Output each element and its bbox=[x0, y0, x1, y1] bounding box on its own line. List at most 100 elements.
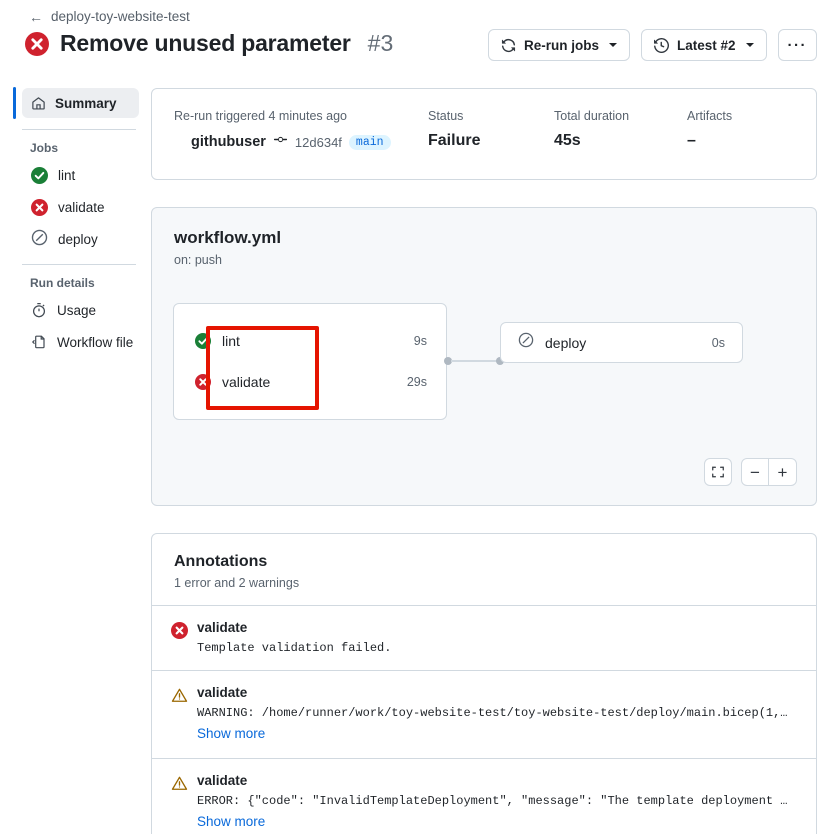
zoom-in-button[interactable]: + bbox=[769, 459, 796, 485]
summary-trigger-column: Re-run triggered 4 minutes ago githubuse… bbox=[174, 109, 428, 152]
graph-node-duration: 0s bbox=[711, 335, 725, 350]
success-icon bbox=[195, 333, 211, 349]
status-value: Failure bbox=[428, 132, 481, 149]
graph-node-duration: 9s bbox=[413, 334, 427, 348]
header-actions: Re-run jobs Latest #2 ··· bbox=[487, 29, 817, 61]
annotation-item: validate WARNING: /home/runner/work/toy-… bbox=[152, 670, 816, 758]
annotation-message: ERROR: {"code": "InvalidTemplateDeployme… bbox=[197, 794, 794, 808]
warning-icon bbox=[171, 775, 197, 792]
sidebar-job-label: lint bbox=[58, 167, 76, 183]
graph-zoom-controls: − + bbox=[704, 458, 797, 486]
graph-node-deploy[interactable]: deploy 0s bbox=[500, 322, 743, 363]
commit-info: githubuser 12d634f main bbox=[174, 132, 428, 152]
annotation-severity-icon bbox=[171, 685, 197, 743]
show-more-link[interactable]: Show more bbox=[197, 814, 265, 829]
annotation-severity-icon bbox=[171, 620, 197, 655]
graph-node-label: deploy bbox=[545, 334, 587, 351]
annotation-item: validate ERROR: {"code": "InvalidTemplat… bbox=[152, 758, 816, 834]
home-icon bbox=[30, 96, 46, 111]
artifacts-value: – bbox=[687, 132, 696, 149]
summary-status-column: Status Failure bbox=[428, 109, 554, 152]
sidebar-jobs-heading: Jobs bbox=[30, 141, 59, 155]
breadcrumb[interactable]: ← deploy-toy-website-test bbox=[29, 9, 190, 24]
annotation-message: WARNING: /home/runner/work/toy-website-t… bbox=[197, 706, 794, 720]
rerun-jobs-label: Re-run jobs bbox=[523, 37, 599, 53]
annotation-job-name: validate bbox=[197, 685, 248, 700]
status-label: Status bbox=[428, 109, 464, 123]
fit-screen-icon[interactable] bbox=[704, 458, 732, 486]
failure-icon bbox=[25, 31, 49, 56]
trigger-label: Re-run triggered 4 minutes ago bbox=[174, 109, 348, 123]
breadcrumb-workflow-name[interactable]: deploy-toy-website-test bbox=[51, 9, 190, 24]
rerun-jobs-button[interactable]: Re-run jobs bbox=[487, 29, 630, 61]
sidebar: Summary Jobs lint validate deploy Run de… bbox=[0, 87, 150, 360]
sidebar-divider bbox=[22, 264, 136, 265]
annotations-subtitle: 1 error and 2 warnings bbox=[174, 576, 300, 590]
sidebar-item-usage[interactable]: Usage bbox=[26, 296, 139, 324]
failure-icon bbox=[31, 198, 48, 216]
sidebar-run-detail-label: Workflow file bbox=[57, 334, 134, 350]
workflow-graph-card: workflow.yml on: push lint 9s validate 2… bbox=[151, 207, 817, 506]
sync-icon bbox=[501, 38, 516, 53]
skipped-icon bbox=[31, 229, 48, 249]
commit-icon bbox=[273, 132, 288, 152]
sidebar-job-label: deploy bbox=[58, 231, 98, 247]
sidebar-item-summary-label: Summary bbox=[55, 95, 117, 111]
sidebar-item-lint[interactable]: lint bbox=[26, 161, 139, 189]
page-header: ← deploy-toy-website-test Remove unused … bbox=[0, 0, 831, 74]
sidebar-item-deploy[interactable]: deploy bbox=[26, 225, 139, 253]
arrow-left-icon: ← bbox=[29, 8, 43, 25]
run-summary-card: Re-run triggered 4 minutes ago githubuse… bbox=[151, 88, 817, 180]
skipped-icon bbox=[518, 332, 534, 353]
zoom-buttons: − + bbox=[741, 458, 797, 486]
annotation-severity-icon bbox=[171, 773, 197, 831]
run-number: #3 bbox=[367, 30, 394, 56]
sidebar-item-workflow-file[interactable]: Workflow file bbox=[26, 328, 139, 356]
sidebar-run-detail-label: Usage bbox=[57, 302, 97, 318]
graph-node-validate[interactable]: validate 29s bbox=[195, 374, 427, 390]
latest-run-button[interactable]: Latest #2 bbox=[640, 29, 767, 61]
graph-edge-line bbox=[451, 360, 499, 362]
sidebar-job-label: validate bbox=[58, 199, 105, 215]
workflow-graph: lint 9s validate 29s deploy 0s − + bbox=[152, 208, 816, 505]
sidebar-item-validate[interactable]: validate bbox=[26, 193, 139, 221]
warning-icon bbox=[171, 687, 197, 704]
graph-node-label: validate bbox=[222, 374, 271, 390]
annotation-message: Template validation failed. bbox=[197, 641, 392, 655]
graph-node-duration: 29s bbox=[406, 375, 427, 389]
annotation-job-name: validate bbox=[197, 620, 248, 635]
error-icon bbox=[171, 622, 188, 639]
annotations-header: Annotations 1 error and 2 warnings bbox=[152, 534, 816, 605]
commit-sha[interactable]: 12d634f bbox=[295, 135, 342, 150]
sidebar-item-summary[interactable]: Summary bbox=[13, 87, 139, 119]
latest-run-label: Latest #2 bbox=[676, 37, 736, 53]
stopwatch-icon bbox=[31, 302, 47, 318]
duration-label: Total duration bbox=[554, 109, 630, 123]
graph-node-label: lint bbox=[222, 333, 240, 349]
file-code-icon bbox=[31, 334, 47, 350]
history-icon bbox=[653, 37, 669, 53]
workflow-run-page: ← deploy-toy-website-test Remove unused … bbox=[0, 0, 831, 834]
success-icon bbox=[31, 166, 48, 184]
commit-author[interactable]: githubuser bbox=[191, 134, 266, 150]
show-more-link[interactable]: Show more bbox=[197, 726, 265, 741]
graph-node-lint[interactable]: lint 9s bbox=[195, 333, 427, 349]
annotation-item: validate Template validation failed. bbox=[152, 605, 816, 670]
more-options-button[interactable]: ··· bbox=[777, 29, 817, 61]
annotation-job-name: validate bbox=[197, 773, 248, 788]
sidebar-run-details-heading: Run details bbox=[30, 276, 95, 290]
main-content: Re-run triggered 4 minutes ago githubuse… bbox=[151, 88, 831, 834]
failure-icon bbox=[195, 374, 211, 390]
summary-duration-column: Total duration 45s bbox=[554, 109, 687, 152]
job-group-node: lint 9s validate 29s bbox=[173, 303, 447, 420]
artifacts-label: Artifacts bbox=[687, 109, 733, 123]
duration-value: 45s bbox=[554, 132, 581, 149]
chevron-down-icon bbox=[745, 43, 754, 47]
annotations-title: Annotations bbox=[174, 553, 268, 570]
sidebar-divider bbox=[22, 129, 136, 130]
run-title: Remove unused parameter bbox=[60, 30, 351, 56]
zoom-out-button[interactable]: − bbox=[742, 459, 769, 485]
branch-badge[interactable]: main bbox=[348, 134, 391, 150]
summary-artifacts-column: Artifacts – bbox=[687, 109, 732, 152]
page-title: Remove unused parameter #3 bbox=[25, 30, 393, 57]
